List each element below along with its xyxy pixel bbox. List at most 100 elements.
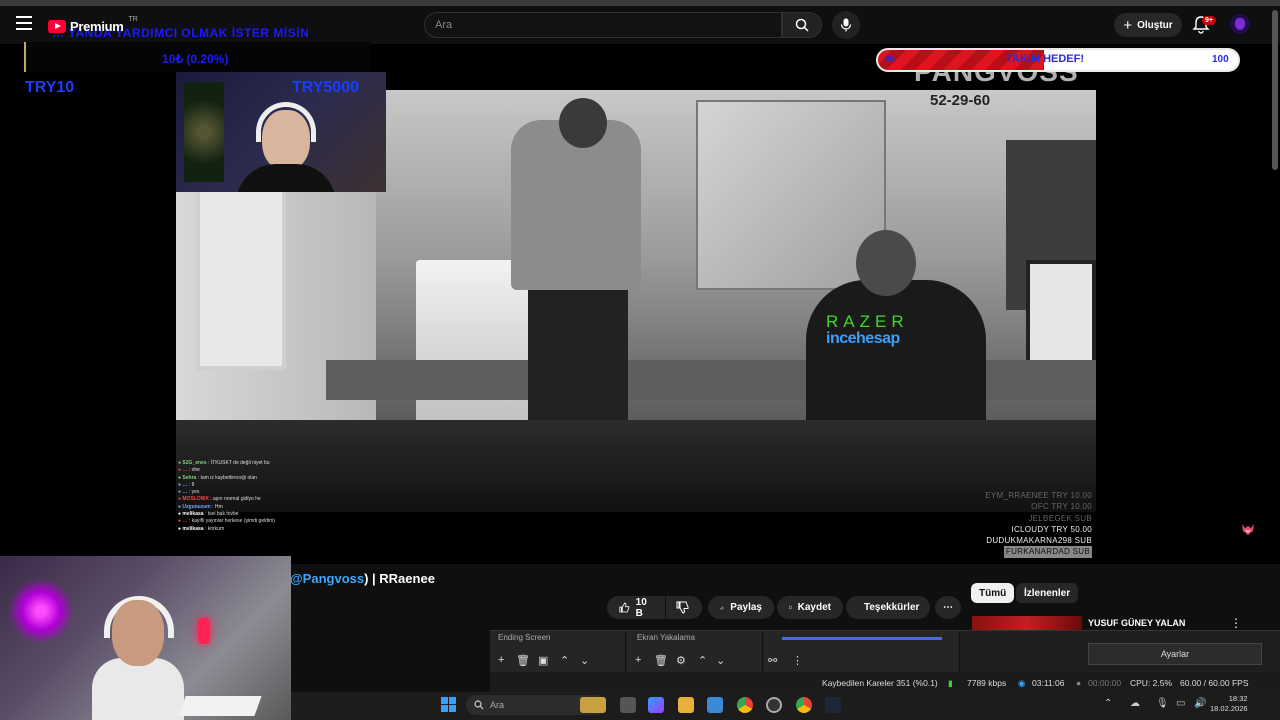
- dislike-button[interactable]: [666, 596, 702, 619]
- source-up-icon[interactable]: ⌃: [698, 654, 707, 667]
- search-input[interactable]: Ara: [424, 12, 782, 38]
- obs-volume-slider[interactable]: [782, 637, 942, 640]
- chat-username: ● Uzgunuzum: [178, 503, 213, 510]
- page-scrollbar[interactable]: [1272, 10, 1278, 170]
- plus-icon: +: [1123, 16, 1133, 34]
- neon-wolf-logo: [8, 578, 74, 644]
- chat-message: ● … : 8: [178, 482, 408, 489]
- scene-man-sitting-head: [856, 230, 916, 296]
- move-down-icon[interactable]: ⌄: [580, 654, 589, 667]
- obs-icon[interactable]: [766, 697, 782, 713]
- obs-source-item[interactable]: Ekran Yakalama: [637, 633, 695, 642]
- more-actions-button[interactable]: ⋯: [935, 596, 961, 619]
- stream-time: 03:11:06: [1032, 678, 1065, 688]
- task-view-icon[interactable]: [620, 697, 636, 713]
- save-label: Kaydet: [797, 602, 831, 613]
- search-button[interactable]: [782, 12, 822, 38]
- windows-start-icon[interactable]: [441, 697, 456, 712]
- audio-link-icon[interactable]: ⚯: [768, 654, 777, 667]
- clock-date: 18.02.2026: [1210, 704, 1248, 713]
- search-icon: [795, 18, 809, 32]
- onedrive-icon[interactable]: ☁: [1130, 698, 1140, 709]
- share-icon: [720, 605, 725, 610]
- copilot-icon[interactable]: [648, 697, 664, 713]
- team-goal-max: 100: [1212, 54, 1229, 65]
- donor-entry: EYM_RRAENEE TRY 10.00: [960, 490, 1092, 501]
- like-count: 10 B: [635, 596, 647, 619]
- add-source-icon[interactable]: +: [635, 654, 641, 666]
- tab-all[interactable]: Tümü: [971, 583, 1015, 603]
- donor-text: EYM_RRAENEE TRY 10.00: [985, 491, 1092, 500]
- taskbar-widget-icon[interactable]: [580, 697, 606, 713]
- like-button[interactable]: 10 B: [607, 596, 665, 619]
- obs-settings-button[interactable]: Ayarlar: [1088, 643, 1262, 665]
- source-settings-icon[interactable]: ⚙: [676, 654, 686, 667]
- donation-min-label: TRY10: [25, 79, 75, 96]
- audio-menu-icon[interactable]: ⋮: [792, 654, 803, 667]
- recommendation-more-icon[interactable]: ⋮: [1230, 616, 1242, 630]
- chat-message: ● … : yes: [178, 489, 408, 496]
- file-explorer-icon[interactable]: [678, 697, 694, 713]
- title-text: ) | RRaenee: [364, 571, 435, 586]
- more-icon: ⋯: [943, 602, 953, 613]
- voice-search-button[interactable]: [832, 11, 860, 39]
- source-down-icon[interactable]: ⌄: [716, 654, 725, 667]
- chat-text: : 8: [188, 481, 195, 488]
- share-button[interactable]: Paylaş: [708, 596, 774, 619]
- donor-text: JELBEGEK SUB: [1028, 513, 1092, 523]
- obs-scene-item[interactable]: Ending Screen: [498, 633, 550, 642]
- obs-sources-panel: Ekran Yakalama: [627, 631, 763, 673]
- donation-max-label: TRY5000: [292, 79, 359, 96]
- chat-text: : tam iz kaybettireceği olan: [197, 474, 257, 481]
- account-avatar[interactable]: [1230, 14, 1250, 34]
- thumbs-down-icon: [676, 601, 689, 614]
- chat-message: ● Sehra : tam iz kaybettireceği olan: [178, 475, 408, 482]
- youtube-logo-icon: [48, 19, 66, 33]
- donor-entry: ICLOUDY TRY 50.00: [960, 524, 1092, 535]
- remove-scene-icon[interactable]: 🗑: [516, 654, 530, 667]
- team-goal-label: TAKIM HEDEF!: [1006, 53, 1085, 65]
- chat-message: ● Uzgunuzum : Hm: [178, 504, 408, 511]
- chat-username: ● S2G_enes: [178, 460, 208, 466]
- store-icon[interactable]: [707, 697, 723, 713]
- stream-icon: ◉: [1018, 678, 1026, 688]
- youtube-premium-logo[interactable]: Premium TR: [48, 16, 138, 36]
- obs-status-bar: Kaybedilen Kareler 351 (%0.1) ▮ 7789 kbp…: [490, 672, 1280, 692]
- chat-text: : aşırı normal gidiyo he: [210, 496, 261, 503]
- create-button[interactable]: + Oluştur: [1114, 13, 1182, 37]
- dropped-frames: Kaybedilen Kareler 351 (%0.1): [822, 678, 938, 688]
- sponsor-razer-logo: RAZER: [826, 312, 909, 331]
- chat-text: : İTKUSKT de değil niyet bu: [207, 460, 270, 466]
- donor-text: ICLOUDY TRY 50.00: [1011, 524, 1092, 534]
- record-time: 00:00:00: [1088, 678, 1122, 688]
- logo-text: Premium: [70, 18, 124, 34]
- scene-filter-icon[interactable]: ▣: [538, 654, 548, 667]
- remove-source-icon[interactable]: 🗑: [654, 654, 668, 667]
- tray-chevron-icon[interactable]: ⌃: [1104, 698, 1112, 709]
- microphone-tray-icon[interactable]: 🎙: [1156, 698, 1169, 709]
- menu-icon[interactable]: [16, 16, 32, 30]
- bitrate: 7789 kbps: [967, 678, 1007, 688]
- recent-donors-list: EYM_RRAENEE TRY 10.00 OFC TRY 10.00 JELBEG…: [960, 490, 1092, 558]
- taskbar-clock[interactable]: 18:32 18.02.2026: [1210, 694, 1248, 714]
- donor-text: FURKANARDAD SUB: [1003, 546, 1092, 558]
- add-scene-icon[interactable]: +: [498, 654, 504, 666]
- chat-username: ● …: [178, 518, 189, 525]
- move-up-icon[interactable]: ⌃: [560, 654, 569, 667]
- share-label: Paylaş: [730, 602, 762, 613]
- tab-watched[interactable]: İzlenenler: [1016, 583, 1079, 603]
- chat-message: ● … : kayıfli yayınlar herkese (şimdi ge…: [178, 518, 408, 525]
- logo-region: TR: [128, 15, 138, 23]
- thanks-button[interactable]: $ Teşekkürler: [846, 596, 930, 619]
- record-icon: ●: [1076, 678, 1082, 688]
- steam-icon[interactable]: [825, 697, 841, 713]
- thumbs-up-icon: [619, 602, 630, 613]
- chrome-profile-icon[interactable]: [796, 697, 812, 713]
- title-mention-link[interactable]: @Pangvoss: [290, 571, 364, 586]
- save-button[interactable]: Kaydet: [777, 596, 843, 619]
- chat-username: ● melikasa: [178, 511, 205, 518]
- chat-message: ● melikasa : tsei bak tovbe: [178, 511, 408, 518]
- network-icon[interactable]: ▭: [1176, 698, 1185, 709]
- volume-icon[interactable]: 🔊: [1194, 698, 1206, 709]
- chrome-icon[interactable]: [737, 697, 753, 713]
